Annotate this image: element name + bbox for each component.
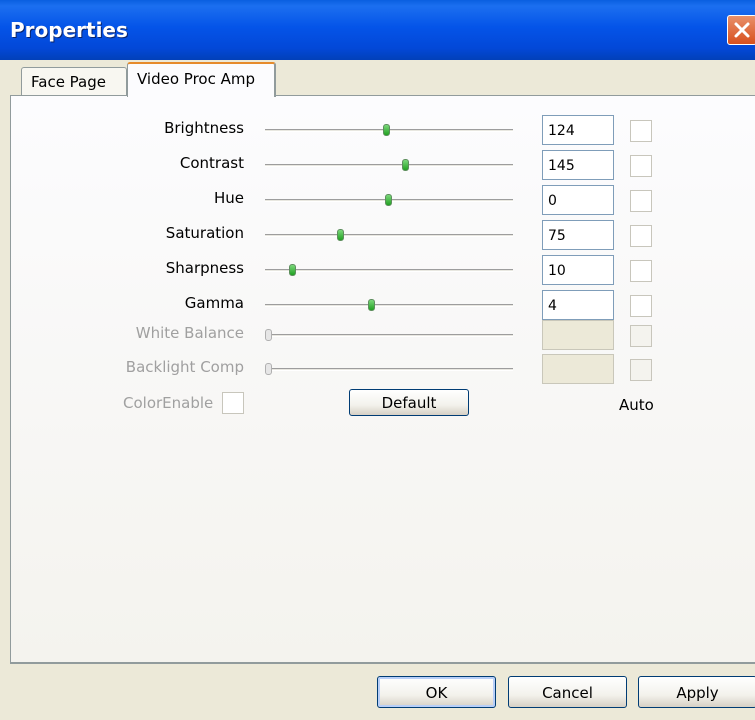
title-bar[interactable]: Properties — [0, 0, 755, 60]
hue-slider[interactable] — [265, 194, 513, 206]
brightness-slider-thumb[interactable] — [383, 124, 390, 136]
default-button-label: Default — [381, 394, 437, 412]
gamma-slider-thumb[interactable] — [368, 299, 375, 311]
sharpness-label: Sharpness — [165, 259, 244, 277]
window-title: Properties — [10, 18, 128, 42]
tab-label: Face Page — [31, 73, 106, 91]
saturation-value-field[interactable]: 75 — [542, 220, 614, 250]
hue-auto-checkbox[interactable] — [630, 190, 652, 212]
saturation-auto-checkbox[interactable] — [630, 225, 652, 247]
white-balance-slider-thumb — [265, 329, 272, 341]
sharpness-value-field[interactable]: 10 — [542, 255, 614, 285]
apply-button[interactable]: Apply — [638, 676, 755, 708]
brightness-auto-checkbox[interactable] — [630, 120, 652, 142]
color-enable-checkbox[interactable] — [222, 392, 244, 414]
white-balance-auto-checkbox — [630, 325, 652, 347]
hue-value-field[interactable]: 0 — [542, 185, 614, 215]
ok-button-label: OK — [425, 684, 448, 702]
footer-divider — [10, 662, 755, 664]
gamma-auto-checkbox[interactable] — [630, 295, 652, 317]
contrast-value-field[interactable]: 145 — [542, 150, 614, 180]
saturation-slider-thumb[interactable] — [337, 229, 344, 241]
backlight-comp-value-field — [542, 354, 614, 384]
close-button[interactable] — [727, 15, 755, 45]
color-enable-label: ColorEnable — [123, 394, 214, 412]
backlight-comp-slider-thumb — [265, 363, 272, 375]
gamma-value-field[interactable]: 4 — [542, 290, 614, 320]
hue-slider-thumb[interactable] — [385, 194, 392, 206]
hue-label: Hue — [213, 189, 244, 207]
white-balance-label: White Balance — [135, 324, 244, 342]
apply-button-label: Apply — [676, 684, 719, 702]
white-balance-slider — [265, 329, 513, 341]
backlight-comp-label: Backlight Comp — [125, 358, 244, 376]
brightness-label: Brightness — [164, 119, 244, 137]
backlight-comp-slider — [265, 363, 513, 375]
saturation-label: Saturation — [165, 224, 244, 242]
brightness-slider[interactable] — [265, 124, 513, 136]
contrast-label: Contrast — [179, 154, 244, 172]
contrast-auto-checkbox[interactable] — [630, 155, 652, 177]
cancel-button-label: Cancel — [542, 684, 593, 702]
contrast-slider[interactable] — [265, 159, 513, 171]
white-balance-value-field — [542, 320, 614, 350]
ok-button[interactable]: OK — [377, 676, 496, 708]
sharpness-auto-checkbox[interactable] — [630, 260, 652, 282]
tab-label: Video Proc Amp — [137, 70, 256, 88]
gamma-slider[interactable] — [265, 299, 513, 311]
default-button[interactable]: Default — [349, 389, 469, 416]
cancel-button[interactable]: Cancel — [508, 676, 627, 708]
auto-label: Auto — [619, 396, 654, 414]
saturation-slider[interactable] — [265, 229, 513, 241]
sharpness-slider-thumb[interactable] — [289, 264, 296, 276]
tab-face-page[interactable]: Face Page — [21, 67, 127, 95]
contrast-slider-thumb[interactable] — [402, 159, 409, 171]
gamma-label: Gamma — [184, 294, 244, 312]
sharpness-slider[interactable] — [265, 264, 513, 276]
brightness-value-field[interactable]: 124 — [542, 115, 614, 145]
backlight-comp-auto-checkbox — [630, 359, 652, 381]
tab-video-proc-amp[interactable]: Video Proc Amp — [127, 62, 276, 97]
close-icon — [734, 22, 750, 38]
